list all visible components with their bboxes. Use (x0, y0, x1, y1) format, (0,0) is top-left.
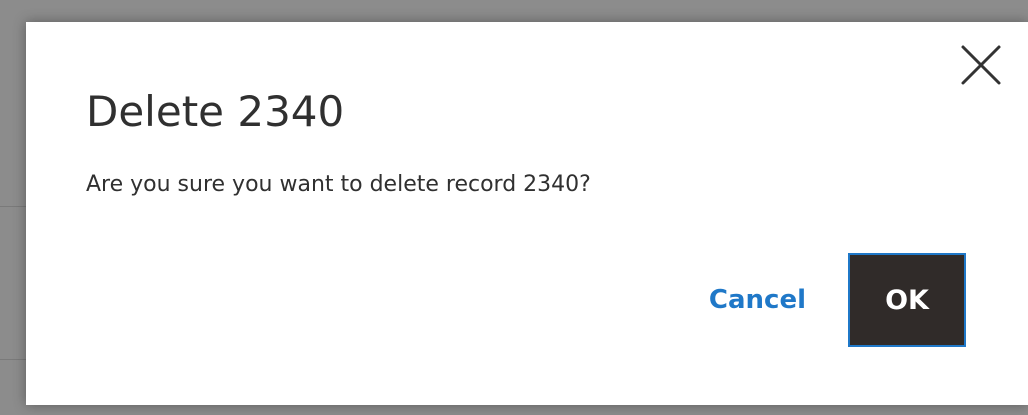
dialog-actions: Cancel OK (687, 253, 966, 347)
dialog-message: Are you sure you want to delete record 2… (86, 172, 591, 197)
background-divider (0, 206, 26, 207)
dialog-title: Delete 2340 (86, 87, 345, 136)
ok-button[interactable]: OK (848, 253, 966, 347)
close-button[interactable] (959, 43, 1003, 87)
cancel-button[interactable]: Cancel (687, 253, 828, 347)
delete-confirmation-dialog: Delete 2340 Are you sure you want to del… (26, 22, 1028, 405)
close-icon (961, 45, 1001, 85)
background-divider (0, 359, 26, 360)
